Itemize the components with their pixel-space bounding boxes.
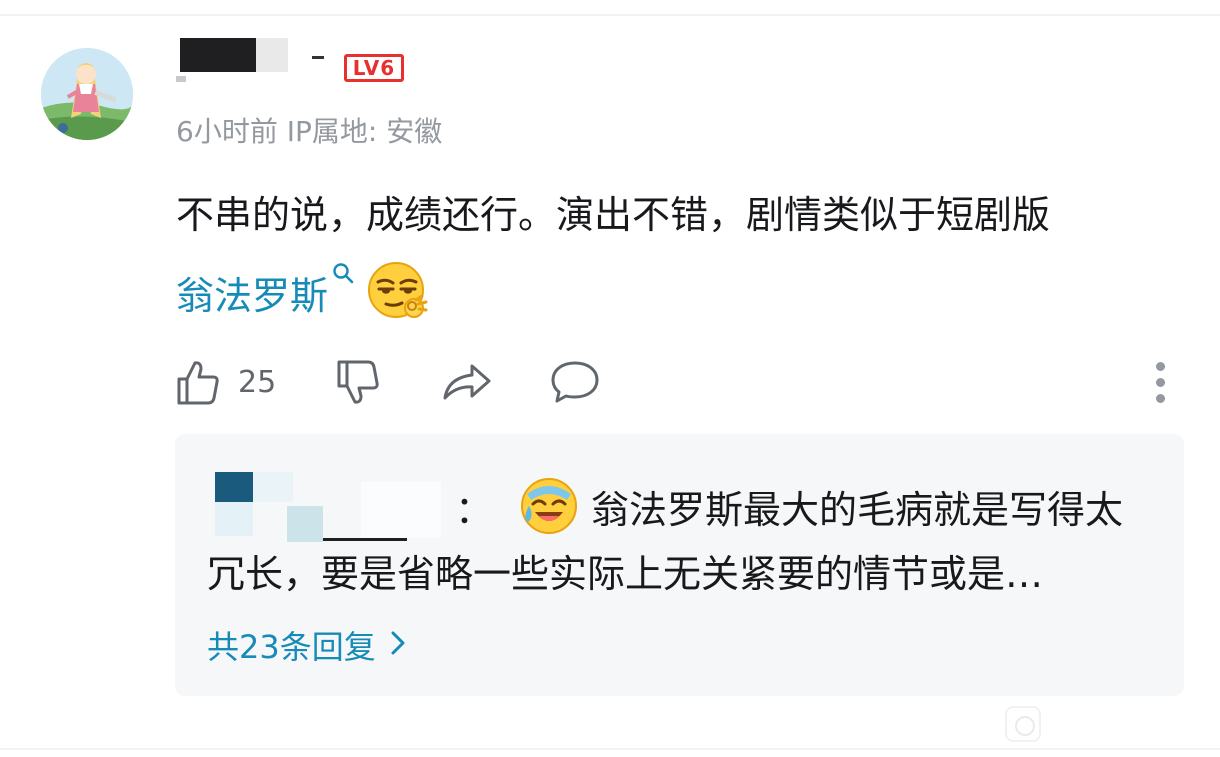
topic-link[interactable]: 翁法罗斯 bbox=[176, 265, 328, 320]
avatar-image bbox=[41, 48, 133, 140]
reply-text: 翁法罗斯最大的毛病就是写得太 bbox=[591, 487, 1124, 532]
like-count: 25 bbox=[238, 364, 277, 400]
avatar[interactable] bbox=[41, 48, 133, 140]
reply-text-line2: 冗长，要是省略一些实际上无关紧要的情节或是… bbox=[207, 552, 1044, 596]
share-button[interactable] bbox=[442, 354, 492, 410]
redaction-block bbox=[180, 38, 256, 72]
ip-location: IP属地: 安徽 bbox=[286, 115, 443, 148]
reply-button[interactable] bbox=[550, 354, 600, 410]
view-replies-label: 共23条回复 bbox=[207, 628, 376, 666]
like-button[interactable]: 25 bbox=[176, 354, 276, 410]
redaction-block bbox=[312, 56, 324, 59]
comment-text-line2: 翁法罗斯 bbox=[176, 262, 430, 322]
reply-text-line1: ： 翁法罗斯最大的毛病就是写得太 bbox=[455, 478, 1123, 534]
redaction-block bbox=[176, 76, 186, 82]
comment-actions: 25 bbox=[176, 354, 1176, 410]
top-divider bbox=[0, 14, 1220, 16]
view-replies-link[interactable]: 共23条回复 bbox=[207, 622, 406, 668]
redaction-block bbox=[256, 38, 288, 72]
watermark-icon bbox=[1005, 706, 1041, 742]
reply-separator: ： bbox=[455, 487, 494, 532]
level-badge: LV6 bbox=[344, 54, 404, 82]
reply-preview[interactable]: ： 翁法罗斯最大的毛病就是写得太 冗长，要是省略一些实际上无关紧要的情节或是… … bbox=[175, 434, 1184, 696]
search-icon[interactable] bbox=[332, 262, 354, 290]
thumbs-up-icon bbox=[176, 359, 220, 405]
smirk-ok-emoji-icon bbox=[366, 260, 430, 324]
chevron-right-icon bbox=[390, 626, 406, 664]
comment-meta: 6小时前 IP属地: 安徽 bbox=[176, 110, 442, 150]
share-arrow-icon bbox=[442, 362, 492, 402]
comment-text: 不串的说，成绩还行。演出不错，剧情类似于短剧版 bbox=[176, 193, 1051, 237]
laughing-crying-emoji-icon bbox=[519, 476, 579, 536]
more-vertical-dots-icon[interactable] bbox=[1152, 360, 1168, 404]
bottom-divider bbox=[0, 748, 1220, 750]
comment-time: 6小时前 bbox=[176, 115, 278, 148]
chat-bubble-icon bbox=[550, 359, 600, 405]
username-redacted[interactable] bbox=[176, 36, 336, 88]
thumbs-down-icon bbox=[336, 358, 382, 406]
reply-username-redacted[interactable] bbox=[215, 472, 455, 542]
dislike-button[interactable] bbox=[336, 354, 382, 410]
